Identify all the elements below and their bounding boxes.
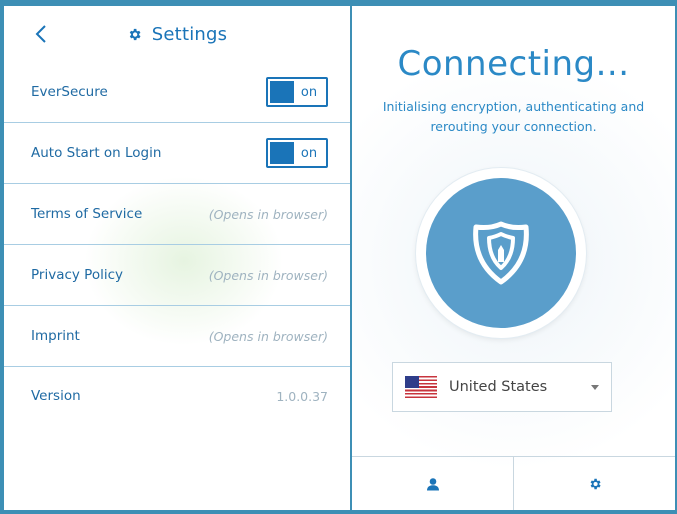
setting-label: Terms of Service	[31, 206, 143, 222]
setting-row-eversecure: EverSecure on	[4, 62, 350, 123]
imprint-link[interactable]: Imprint (Opens in browser)	[4, 306, 350, 367]
toggle-knob	[270, 142, 294, 164]
connection-panel: Connecting... Initialising encryption, a…	[352, 6, 675, 510]
shield-icon	[473, 221, 529, 285]
setting-label: Version	[31, 388, 81, 404]
gear-icon	[590, 478, 601, 489]
account-button[interactable]	[352, 457, 513, 510]
setting-row-auto-start: Auto Start on Login on	[4, 123, 350, 184]
country-select[interactable]: United States	[392, 362, 612, 412]
setting-label: Imprint	[31, 328, 80, 344]
auto-start-toggle[interactable]: on	[266, 138, 328, 168]
settings-title-group: Settings	[4, 24, 350, 45]
opens-in-browser-hint: (Opens in browser)	[208, 328, 328, 344]
user-icon	[426, 477, 439, 490]
connect-button-ring	[416, 168, 586, 338]
connect-button[interactable]	[426, 178, 576, 328]
toggle-state: on	[300, 84, 318, 100]
toggle-state: on	[300, 145, 318, 161]
bottom-nav	[352, 456, 675, 510]
selected-country: United States	[449, 379, 548, 395]
eversecure-toggle[interactable]: on	[266, 77, 328, 107]
connection-status-subtitle: Initialising encryption, authenticating …	[382, 99, 645, 134]
setting-label: Auto Start on Login	[31, 145, 162, 161]
setting-label: EverSecure	[31, 84, 108, 100]
setting-row-version: Version 1.0.0.37	[4, 367, 350, 425]
opens-in-browser-hint: (Opens in browser)	[208, 267, 328, 283]
connection-status-title: Connecting...	[397, 44, 630, 84]
version-number: 1.0.0.37	[276, 388, 328, 404]
toggle-knob	[270, 81, 294, 103]
caret-down-icon	[591, 384, 599, 390]
settings-header: Settings	[4, 6, 350, 62]
setting-label: Privacy Policy	[31, 267, 124, 283]
settings-panel: Settings EverSecure on Auto Start on Log…	[4, 6, 350, 510]
opens-in-browser-hint: (Opens in browser)	[208, 206, 328, 222]
page-title: Settings	[151, 24, 228, 45]
terms-of-service-link[interactable]: Terms of Service (Opens in browser)	[4, 184, 350, 245]
settings-button[interactable]	[513, 457, 675, 510]
gear-icon	[129, 28, 141, 41]
us-flag-icon	[405, 376, 437, 398]
privacy-policy-link[interactable]: Privacy Policy (Opens in browser)	[4, 245, 350, 306]
